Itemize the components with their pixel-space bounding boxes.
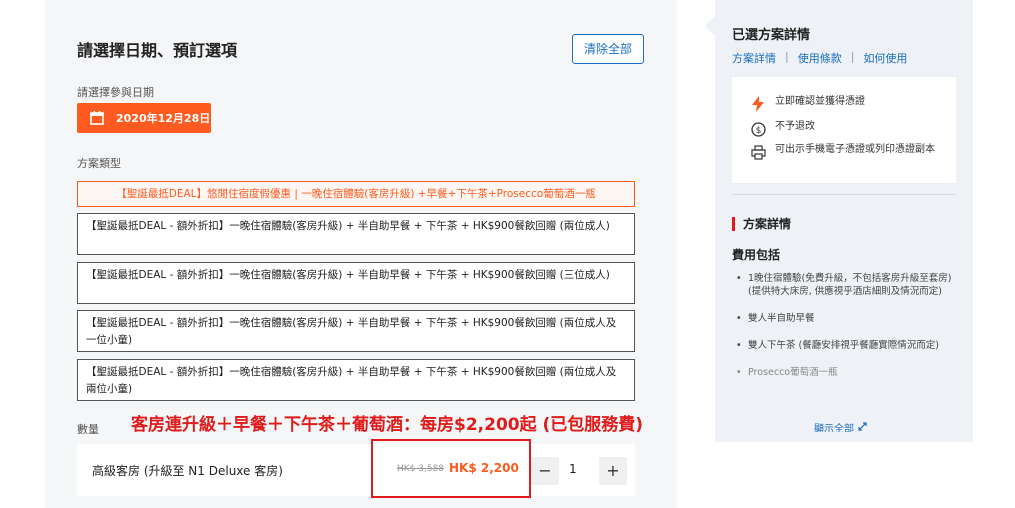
fee-includes-heading: 費用包括 [732,248,781,262]
plan-option[interactable]: 【聖誕最抵DEAL - 額外折扣】一晚住宿體驗(客房升級) + 半自助早餐 + … [77,213,635,255]
date-value: 2020年12月28日 [116,112,211,125]
calendar-icon [90,111,104,125]
plan-option[interactable]: 【聖誕最抵DEAL - 額外折扣】一晚住宿體驗(客房升級) + 半自助早餐 + … [77,262,635,304]
no-refund-icon: $ [750,121,766,137]
sidebar-divider [732,194,956,195]
list-item: 1晚住宿體驗(免費升級，不包括客房升級至套房) (提供特大床房, 供應視乎酒店細… [732,272,956,298]
heading-accent-bar [732,216,735,231]
fee-includes-list: 1晚住宿體驗(免費升級，不包括客房升級至套房) (提供特大床房, 供應視乎酒店細… [732,272,956,393]
decrease-quantity-button[interactable]: − [531,457,559,485]
price-annotation: 客房連升級＋早餐＋下午茶＋葡萄酒：每房$2,200起 (已包服務費) [131,415,644,435]
list-item: 雙人下午茶 (餐廳安排視乎餐廳實際情況而定) [732,339,956,352]
lightning-icon [750,96,766,112]
plan-option[interactable]: 【聖誕最抵DEAL - 額外折扣】一晚住宿體驗(客房升級) + 半自助早餐 + … [77,359,635,401]
detail-heading: 方案詳情 [732,215,791,232]
panel-pointer [705,16,715,36]
plan-detail-section: 方案詳情 費用包括 1晚住宿體驗(免費升級，不包括客房升級至套房) (提供特大床… [732,204,956,432]
expand-all-link[interactable]: 顯示全部 [814,420,867,432]
expand-icon [858,421,867,433]
printer-icon [750,144,766,160]
date-label: 請選擇參與日期 [77,86,154,99]
feature-item: $ 不予退改 [750,121,815,137]
quantity-label: 數量 [77,423,99,436]
link-plan-details[interactable]: 方案詳情 [732,50,776,66]
feature-item: 立即確認並獲得憑證 [750,96,865,112]
room-quantity-row: 高級客房 (升級至 N1 Deluxe 客房) HK$ 3,588 HK$ 2,… [77,444,635,496]
date-picker-button[interactable]: 2020年12月28日 [77,103,211,133]
list-item: Prosecco葡萄酒一瓶 [732,366,956,379]
content-fade [732,390,956,414]
clear-all-button[interactable]: 清除全部 [572,34,644,64]
page-title: 請選擇日期、預訂選項 [77,41,238,60]
increase-quantity-button[interactable]: + [599,457,627,485]
sidebar-title: 已選方案詳情 [732,28,811,43]
room-name: 高級客房 (升級至 N1 Deluxe 客房) [92,464,283,478]
link-separator: | [850,50,855,63]
link-how-to-use[interactable]: 如何使用 [863,50,907,66]
selected-plan-sidebar: 已選方案詳情 方案詳情 | 使用條款 | 如何使用 立即確認並獲得憑證 $ 不予… [715,0,973,442]
svg-text:$: $ [755,126,761,136]
link-terms[interactable]: 使用條款 [798,50,842,66]
link-separator: | [785,50,789,63]
price-highlight-box [371,439,531,498]
feature-item: 可出示手機電子憑證或列印憑證副本 [750,144,940,160]
quantity-value: 1 [569,462,577,476]
plan-type-label: 方案類型 [77,157,121,170]
list-item: 雙人半自助早餐 [732,312,956,325]
sidebar-links: 方案詳情 | 使用條款 | 如何使用 [732,50,907,66]
plan-option[interactable]: 【聖誕最抵DEAL】悠閒住宿度假優惠 | 一晚住宿體驗(客房升級) +早餐+下午… [77,181,635,207]
plan-option[interactable]: 【聖誕最抵DEAL - 額外折扣】一晚住宿體驗(客房升級) + 半自助早餐 + … [77,310,635,352]
feature-box: 立即確認並獲得憑證 $ 不予退改 可出示手機電子憑證或列印憑證副本 [732,77,956,183]
